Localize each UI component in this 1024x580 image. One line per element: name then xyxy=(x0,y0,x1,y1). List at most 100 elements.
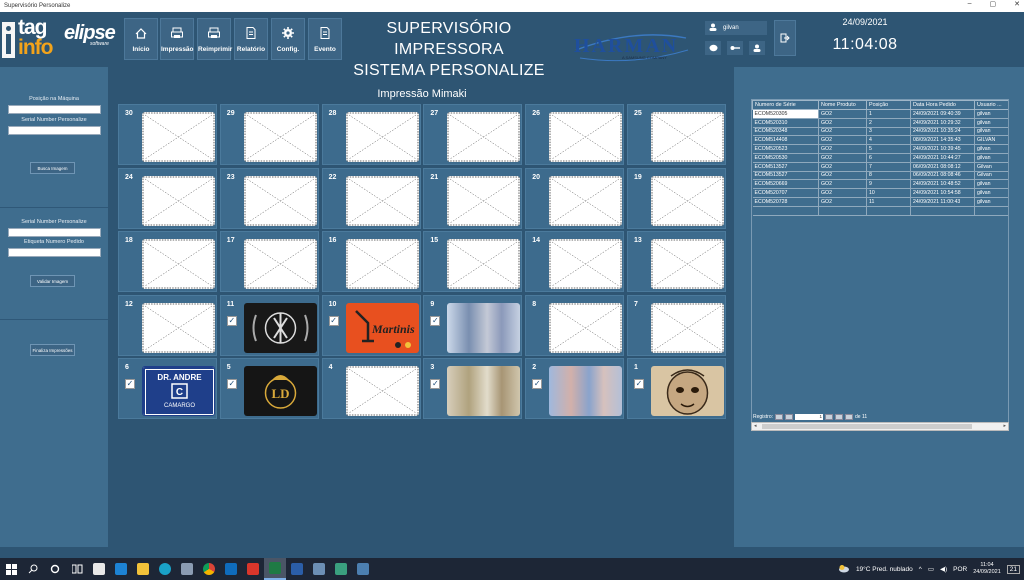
slot-image[interactable] xyxy=(549,239,623,289)
slot-image[interactable] xyxy=(243,239,317,289)
last-record-button[interactable] xyxy=(835,414,844,420)
table-row[interactable]: ECOM513527 GO2 8 06/09/2021 08:08:46 Gilvan xyxy=(752,171,1008,181)
table-row[interactable]: ECOM514408 GO2 4 08/09/2021 14:35:43 GILVAN xyxy=(752,135,1008,146)
outlook-icon[interactable] xyxy=(220,558,242,580)
mail-icon[interactable] xyxy=(110,558,132,580)
print-slot[interactable]: 25 xyxy=(626,104,726,165)
toolbar-button-relatório[interactable]: Relatório xyxy=(234,18,268,60)
print-slot[interactable]: 11 ✓ xyxy=(219,294,319,356)
table-row[interactable]: ECOM520669 GO2 9 24/09/2021 10:48:52 gilvan xyxy=(752,179,1008,190)
print-slot[interactable]: 18 xyxy=(118,231,217,292)
print-slot[interactable]: 19 xyxy=(626,167,726,229)
slot-image[interactable] xyxy=(650,366,724,416)
print-slot[interactable]: 26 xyxy=(525,104,625,165)
serial-input[interactable] xyxy=(8,126,101,135)
slot-image[interactable] xyxy=(142,302,215,353)
print-slot[interactable]: 13 xyxy=(626,231,726,292)
slot-image[interactable] xyxy=(447,302,521,353)
slot-image[interactable] xyxy=(447,366,521,416)
print-slot[interactable]: 21 xyxy=(423,167,523,229)
toolbar-button-config[interactable]: Config. xyxy=(271,18,305,60)
slot-image[interactable]: LD xyxy=(243,366,317,416)
slot-image[interactable] xyxy=(549,366,623,416)
print-slot[interactable]: 9 ✓ xyxy=(423,294,523,356)
print-slot[interactable]: 28 xyxy=(321,104,421,165)
slot-checkbox[interactable]: ✓ xyxy=(430,315,441,326)
slot-image[interactable]: DR. ANDRE C CAMARGO xyxy=(142,366,215,416)
weather-text[interactable]: 19°C Pred. nublado xyxy=(856,566,913,573)
finish-prints-button[interactable]: Finaliza Impressões xyxy=(30,344,75,356)
windows-start-icon[interactable] xyxy=(0,558,22,580)
slot-image[interactable] xyxy=(345,175,419,226)
print-slot[interactable]: 6 ✓ DR. ANDRE C CAMARGO xyxy=(118,358,217,419)
slot-image[interactable]: Martinis xyxy=(345,302,419,353)
cortana-icon[interactable] xyxy=(44,558,66,580)
app-icon-3[interactable] xyxy=(308,558,330,580)
task-view-icon[interactable] xyxy=(66,558,88,580)
chrome-icon[interactable] xyxy=(198,558,220,580)
print-slot[interactable]: 20 xyxy=(525,167,625,229)
excel-icon[interactable] xyxy=(264,558,286,580)
key-icon[interactable] xyxy=(727,41,743,55)
app-icon-4[interactable] xyxy=(330,558,352,580)
maximize-button[interactable]: ▢ xyxy=(990,0,997,8)
slot-image[interactable] xyxy=(243,112,317,162)
table-scrollbar[interactable]: ◂ ▸ xyxy=(751,422,1009,431)
toolbar-button-reimprimir[interactable]: Reimprimir xyxy=(197,18,232,60)
scroll-left-icon[interactable]: ◂ xyxy=(754,423,757,429)
table-row[interactable]: ECOM520348 GO2 3 24/09/2021 10:35:24 gilvan xyxy=(752,127,1008,137)
new-record-button[interactable] xyxy=(845,414,854,420)
slot-image[interactable] xyxy=(447,175,521,226)
print-slot[interactable]: 27 xyxy=(423,104,523,165)
notification-icon[interactable]: 21 xyxy=(1006,564,1020,574)
table-new-row[interactable] xyxy=(752,206,1008,216)
validate-image-button[interactable]: Validar Imagem xyxy=(30,275,75,287)
table-header[interactable]: Data Hora Pedido xyxy=(910,100,975,110)
toolbar-button-evento[interactable]: Evento xyxy=(308,18,342,60)
slot-image[interactable] xyxy=(345,366,419,416)
toolbar-button-impressão[interactable]: Impressão xyxy=(160,18,194,60)
print-slot[interactable]: 29 xyxy=(219,104,319,165)
record-input[interactable]: 1 xyxy=(795,414,824,420)
slot-image[interactable] xyxy=(650,175,724,226)
slot-image[interactable] xyxy=(243,302,317,353)
slot-image[interactable] xyxy=(447,239,521,289)
print-slot[interactable]: 23 xyxy=(219,167,319,229)
print-slot[interactable]: 16 xyxy=(321,231,421,292)
next-record-button[interactable] xyxy=(825,414,834,420)
explorer-icon[interactable] xyxy=(132,558,154,580)
print-slot[interactable]: 15 xyxy=(423,231,523,292)
prev-record-button[interactable] xyxy=(785,414,794,420)
print-slot[interactable]: 14 xyxy=(525,231,625,292)
weather-icon[interactable] xyxy=(838,564,850,575)
print-slot[interactable]: 3 ✓ xyxy=(423,358,523,419)
print-slot[interactable]: 17 xyxy=(219,231,319,292)
table-row[interactable]: ECOM520523 GO2 5 24/09/2021 10:39:45 gilvan xyxy=(752,144,1008,154)
slot-checkbox[interactable]: ✓ xyxy=(226,379,237,389)
slot-image[interactable] xyxy=(142,112,215,162)
print-slot[interactable]: 30 xyxy=(118,104,217,165)
pdf-icon[interactable] xyxy=(242,558,264,580)
app-icon-2[interactable] xyxy=(286,558,308,580)
minimize-button[interactable]: – xyxy=(968,0,972,8)
slot-checkbox[interactable]: ✓ xyxy=(633,379,644,389)
print-slot[interactable]: 1 ✓ xyxy=(626,358,726,419)
table-header[interactable]: Nome Produto xyxy=(818,100,867,110)
search-image-button[interactable]: Busca Imagem xyxy=(30,162,75,174)
slot-image[interactable] xyxy=(650,239,724,289)
slot-checkbox[interactable]: ✓ xyxy=(532,379,543,389)
slot-checkbox[interactable]: ✓ xyxy=(430,379,441,389)
table-row[interactable]: ECOM520305 GO2 1 24/09/2021 09:40:39 gilvan xyxy=(752,109,1008,119)
slot-image[interactable] xyxy=(345,112,419,162)
slot-image[interactable] xyxy=(142,175,215,226)
print-slot[interactable]: 10 ✓ Martinis xyxy=(321,294,421,356)
app-icon-5[interactable] xyxy=(352,558,374,580)
slot-image[interactable] xyxy=(142,239,215,289)
toolbar-button-início[interactable]: Início xyxy=(124,18,158,60)
slot-image[interactable] xyxy=(345,239,419,289)
print-slot[interactable]: 4 xyxy=(321,358,421,419)
slot-image[interactable] xyxy=(650,302,724,353)
slot-image[interactable] xyxy=(549,112,623,162)
print-slot[interactable]: 12 xyxy=(118,294,217,356)
network-icon[interactable]: ▭ xyxy=(928,565,934,573)
